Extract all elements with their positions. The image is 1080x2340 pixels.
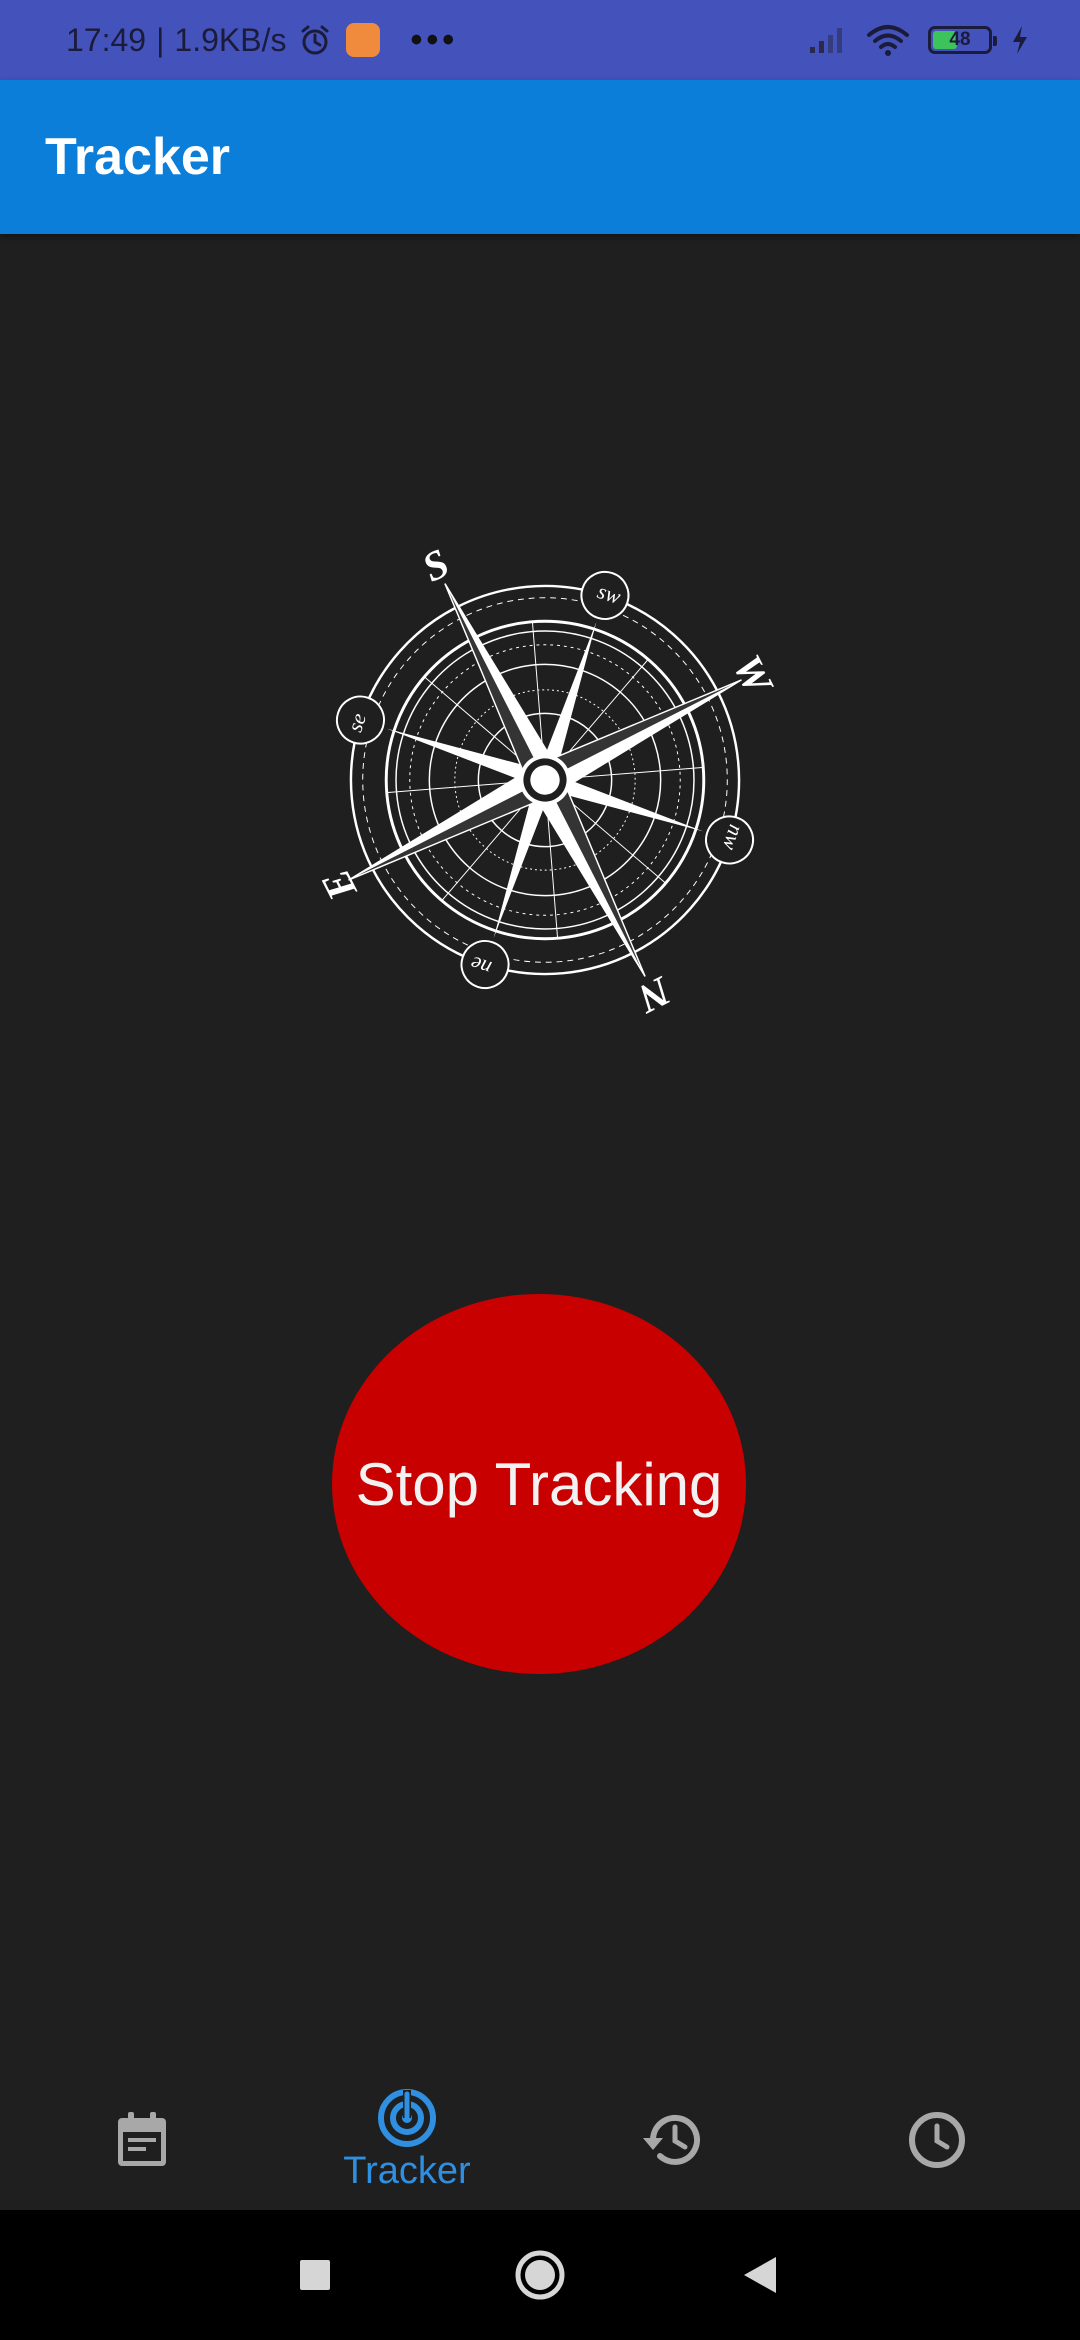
bottom-nav: Tracker [0,2070,1080,2210]
recents-square-icon [300,2260,330,2290]
battery-icon: 48 [928,26,997,54]
compass-label-s: S [415,539,456,590]
recents-button[interactable] [255,2210,375,2340]
home-button[interactable] [480,2210,600,2340]
nav-label-tracker: Tracker [343,2149,471,2192]
charging-icon [1013,26,1027,54]
battery-level: 48 [949,29,971,50]
wifi-icon [867,25,909,56]
stop-tracking-button[interactable]: Stop Tracking [332,1294,746,1674]
alarm-icon [301,25,329,55]
more-icon: ••• [410,20,459,59]
status-left: 17:49 | 1.9KB/s ••• [66,0,458,80]
calendar-icon [118,2112,166,2166]
clock-icon [909,2112,965,2168]
system-nav [0,2210,1080,2340]
nav-item-tracker[interactable]: Tracker [272,2070,542,2210]
signal-icon [810,28,842,53]
status-bar: 17:49 | 1.9KB/s ••• 48 [0,0,1080,80]
status-separator: | [156,21,165,58]
back-triangle-icon [744,2257,776,2293]
app-bar: Tracker [0,80,1080,234]
compass-label-n: N [630,967,679,1023]
nav-item-clock[interactable] [802,2070,1072,2210]
back-button[interactable] [700,2210,820,2340]
status-right: 48 [808,0,1030,80]
compass-rose-icon: N E S W ne se sw nw [312,539,783,1023]
nav-item-calendar[interactable] [7,2070,277,2210]
compass-label-e: E [312,862,366,908]
page-title: Tracker [45,128,231,186]
screen: 17:49 | 1.9KB/s ••• 48 Tracker N E S W n… [0,0,1080,2340]
app-notification-icon [346,23,381,57]
nav-item-history[interactable] [537,2070,807,2210]
radar-icon [378,2088,436,2147]
history-icon [643,2114,700,2165]
compass-label-w: W [724,647,783,703]
home-circle-icon [515,2250,565,2300]
status-time: 17:49 [66,21,147,58]
status-net-speed: 1.9KB/s [174,21,287,58]
